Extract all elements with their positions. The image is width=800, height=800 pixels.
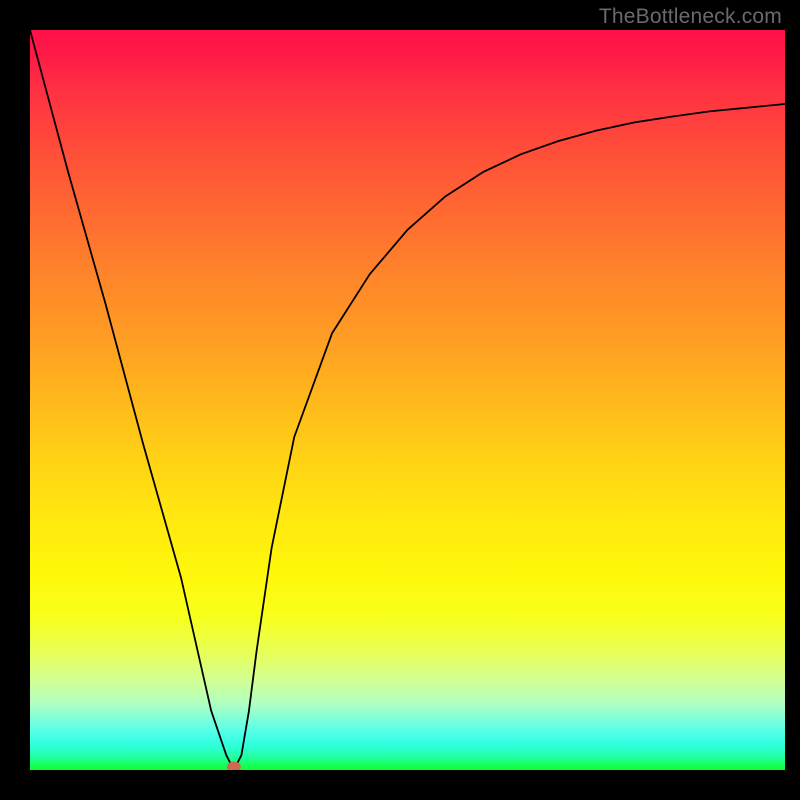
chart-svg bbox=[30, 30, 785, 770]
chart-container bbox=[30, 30, 785, 770]
bottleneck-curve bbox=[30, 30, 785, 770]
minimum-marker bbox=[227, 762, 241, 771]
watermark-text: TheBottleneck.com bbox=[599, 5, 782, 29]
